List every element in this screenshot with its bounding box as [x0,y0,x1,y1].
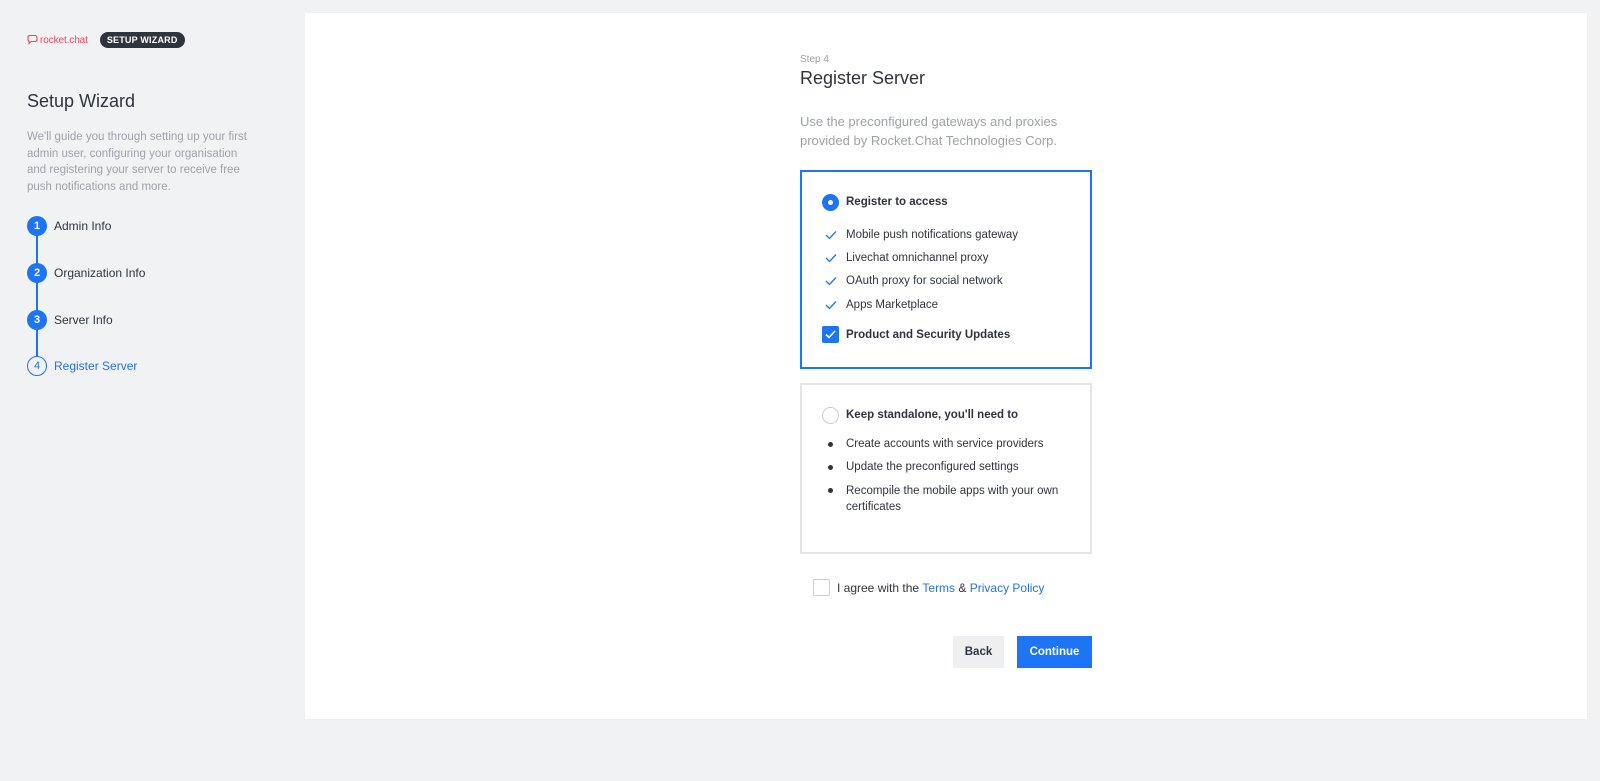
agree-prefix: I agree with the [837,580,923,595]
setup-wizard-badge: SETUP WIZARD [99,32,185,48]
standalone-option-card[interactable]: Keep standalone, you'll need to Create a… [800,383,1092,554]
check-icon [822,276,839,286]
standalone-requirement-list: Create accounts with service providers U… [822,436,1090,516]
back-button[interactable]: Back [953,636,1004,668]
step-server-info: 3 Server Info [27,309,290,357]
agree-ampersand: & [955,580,970,595]
sidebar-description: We'll guide you through setting up your … [27,131,247,193]
requirement-label: Update the preconfigured settings [846,461,1019,474]
checkbox-check-icon [825,330,836,339]
register-radio[interactable] [822,193,839,211]
register-option-header[interactable]: Register to access [822,193,1090,211]
sidebar: rocket.chat SETUP WIZARD Setup Wizard We… [0,0,290,781]
rocket-logo-icon [27,35,38,45]
register-feature-list: Mobile push notifications gateway Livech… [822,223,1090,316]
terms-link[interactable]: Terms [922,581,955,595]
standalone-option-header[interactable]: Keep standalone, you'll need to [822,406,1090,424]
requirement-item: Recompile the mobile apps with your own … [822,483,1090,516]
page-title: Register Server [800,68,926,88]
step-indicator: Step 4 [800,54,829,65]
step-number: 1 [27,216,47,237]
bullet-icon [822,459,839,476]
register-server-form: Step 4 Register Server Use the preconfig… [800,54,1092,668]
feature-label: Apps Marketplace [846,298,939,311]
step-label: Server Info [54,312,113,327]
requirement-item: Create accounts with service providers [822,436,1090,453]
updates-label: Product and Security Updates [846,328,1011,341]
step-admin-info: 1 Admin Info [27,216,290,263]
step-organization-info: 2 Organization Info [27,263,290,310]
step-label: Register Server [54,359,138,374]
standalone-radio[interactable] [822,406,839,424]
intro-text: Use the preconfigured gateways and proxi… [800,114,1058,148]
privacy-policy-link[interactable]: Privacy Policy [970,581,1045,595]
brand: rocket.chat SETUP WIZARD [27,32,290,48]
agree-checkbox[interactable] [813,579,830,596]
bullet-icon [822,436,839,453]
logo-text: rocket.chat [40,34,88,46]
feature-item: Apps Marketplace [822,293,1090,316]
agree-terms-row: I agree with the Terms & Privacy Policy [813,579,1092,596]
step-number: 4 [27,356,47,377]
standalone-option-title: Keep standalone, you'll need to [846,409,1019,421]
register-option-card[interactable]: Register to access Mobile push notificat… [800,170,1092,369]
form-actions: Back Continue [800,636,1092,668]
rocketchat-logo[interactable]: rocket.chat [27,35,88,46]
check-icon [822,230,839,240]
step-register-server: 4 Register Server [27,356,290,403]
requirement-label: Recompile the mobile apps with your own … [846,484,1059,514]
step-number: 3 [27,309,47,330]
feature-item: OAuth proxy for social network [822,270,1090,293]
check-icon [822,300,839,310]
feature-label: OAuth proxy for social network [846,275,1003,288]
step-label: Admin Info [54,219,112,234]
step-label: Organization Info [54,266,146,281]
requirement-label: Create accounts with service providers [846,438,1044,450]
register-option-title: Register to access [846,196,948,208]
updates-row[interactable]: Product and Security Updates [822,326,1090,344]
continue-button[interactable]: Continue [1017,636,1092,668]
bullet-icon [822,483,839,500]
feature-item: Mobile push notifications gateway [822,223,1090,246]
feature-label: Livechat omnichannel proxy [846,251,989,264]
main-card: Step 4 Register Server Use the preconfig… [305,13,1587,719]
check-icon [822,253,839,263]
requirement-item: Update the preconfigured settings [822,459,1090,476]
feature-item: Livechat omnichannel proxy [822,246,1090,269]
stepper: 1 Admin Info 2 Organization Info 3 Serve… [27,216,290,403]
feature-label: Mobile push notifications gateway [846,228,1018,241]
step-number: 2 [27,263,47,284]
sidebar-title: Setup Wizard [27,91,136,111]
updates-checkbox[interactable] [822,326,839,344]
